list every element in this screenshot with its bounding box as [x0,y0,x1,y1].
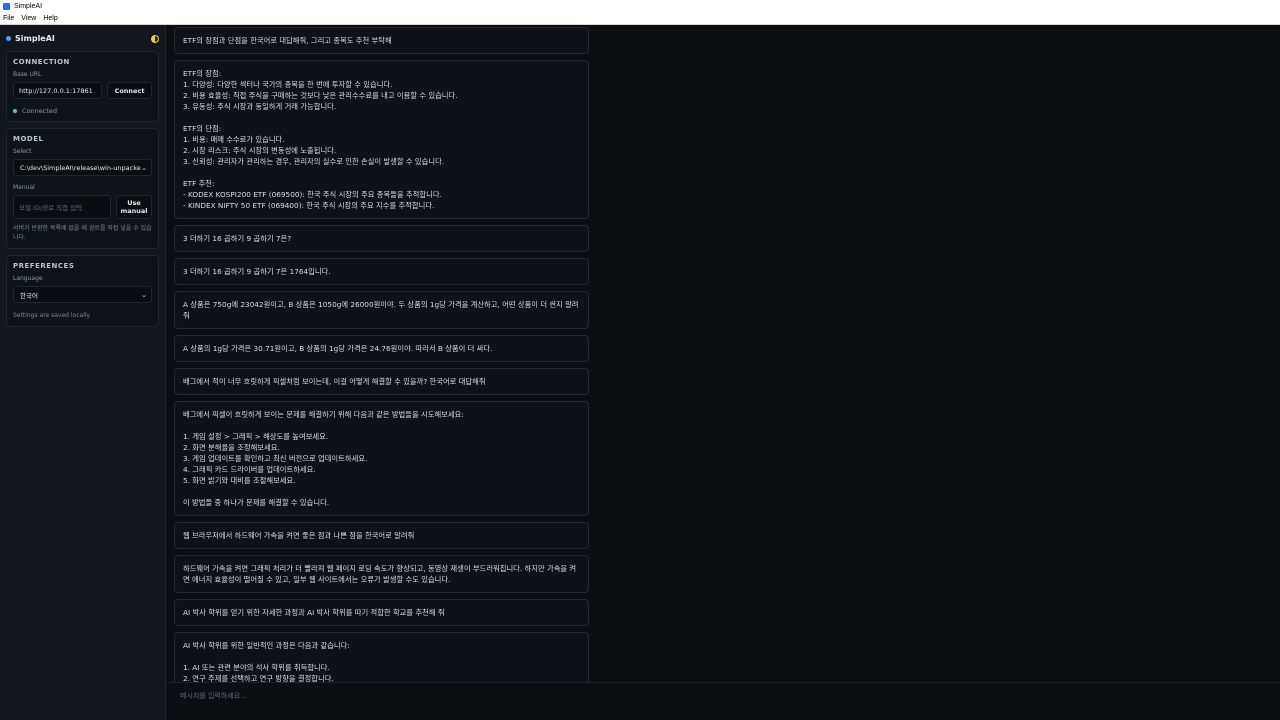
menu-view[interactable]: View [21,15,36,22]
connection-status-text: Connected [22,107,58,115]
connection-status: Connected [13,107,152,115]
message-bubble: 배그에서 픽셀이 흐릿하게 보이는 문제를 해결하기 위해 다음과 같은 방법들… [174,401,589,516]
brand-name: SimpleAI [15,34,55,43]
language-select-value: 한국어 [20,291,38,300]
manual-hint: 서버가 반환한 목록에 없을 때 경로를 직접 넣을 수 있습니다. [13,225,152,241]
model-select-value: C:\dev\SimpleAI\release\win-unpacke [20,163,141,172]
base-url-label: Base URL [13,71,42,78]
message-bubble: AI 박사 학위를 위한 일반적인 과정은 다음과 같습니다: 1. AI 또는… [174,632,589,682]
theme-toggle-icon[interactable] [151,34,159,43]
connection-panel: CONNECTION Base URL http://127.0.0.1:178… [6,51,159,122]
base-url-input[interactable]: http://127.0.0.1:17861 [13,82,102,99]
chevron-down-icon: ⌄ [141,163,147,172]
message-bubble: 3 더하기 16 곱하기 9 곱하기 7은? [174,225,589,252]
app-body: SimpleAI CONNECTION Base URL http://127.… [0,25,1280,720]
connect-button[interactable]: Connect [107,82,152,99]
model-title: MODEL [13,135,44,143]
message-bubble: 배그에서 적이 너무 흐릿하게 픽셀처럼 보이는데, 이걸 어떻게 해결할 수 … [174,368,589,395]
model-select-label: Select [13,148,32,155]
preferences-title: PREFERENCES [13,262,75,270]
manual-model-input[interactable]: 모델 ID/경로 직접 입력 [13,195,111,219]
composer: 메시지를 입력하세요... [166,682,1280,720]
message-bubble: A 상품의 1g당 가격은 30.71원이고, B 상품의 1g당 가격은 24… [174,335,589,362]
settings-saved-note: Settings are saved locally [13,312,91,319]
brand: SimpleAI [6,31,159,51]
manual-label: Manual [13,184,35,191]
connection-title: CONNECTION [13,58,70,66]
message-list[interactable]: ETF의 장점과 단점을 한국어로 대답해줘, 그리고 종목도 추천 부탁해 E… [166,25,1280,682]
message-bubble: 하드웨어 가속을 켜면 그래픽 처리가 더 빨라져 웹 페이지 로딩 속도가 향… [174,555,589,593]
message-bubble: 3 더하기 16 곱하기 9 곱하기 7은 1764입니다. [174,258,589,285]
manual-row: 모델 ID/경로 직접 입력 Use manual [13,195,152,219]
preferences-panel: PREFERENCES Language 한국어 ⌄ Settings are … [6,255,159,327]
chat-area: ETF의 장점과 단점을 한국어로 대답해줘, 그리고 종목도 추천 부탁해 E… [166,25,1280,720]
sidebar: SimpleAI CONNECTION Base URL http://127.… [0,25,166,720]
menu-help[interactable]: Help [43,15,57,22]
app-icon [3,2,10,10]
brand-left: SimpleAI [6,34,55,43]
title-bar: SimpleAI [0,0,1280,12]
message-bubble: A 상품은 750g에 23042원이고, B 상품은 1050g에 26000… [174,291,589,329]
message-bubble: ETF의 장점과 단점을 한국어로 대답해줘, 그리고 종목도 추천 부탁해 [174,27,589,54]
message-bubble: AI 박사 학위를 얻기 위한 자세한 과정과 AI 박사 학위를 따기 적합한… [174,599,589,626]
status-dot-icon [13,109,17,113]
message-bubble: ETF의 장점: 1. 다양성: 다양한 섹터나 국가의 종목을 한 번에 투자… [174,60,589,219]
chevron-down-icon: ⌄ [141,290,147,299]
language-select[interactable]: 한국어 ⌄ [13,286,152,303]
message-input[interactable]: 메시지를 입력하세요... [174,689,1272,716]
window-title: SimpleAI [14,2,43,10]
brand-dot-icon [6,36,11,41]
model-select[interactable]: C:\dev\SimpleAI\release\win-unpacke ⌄ [13,159,152,176]
use-manual-button[interactable]: Use manual [116,195,152,219]
language-label: Language [13,275,43,282]
base-url-row: http://127.0.0.1:17861 Connect [13,82,152,99]
model-panel: MODEL Select C:\dev\SimpleAI\release\win… [6,128,159,249]
menu-bar: File View Help [0,12,1280,25]
message-bubble: 웹 브라우저에서 하드웨어 가속을 켜면 좋은 점과 나쁜 점을 한국어로 알려… [174,522,589,549]
menu-file[interactable]: File [3,15,14,22]
